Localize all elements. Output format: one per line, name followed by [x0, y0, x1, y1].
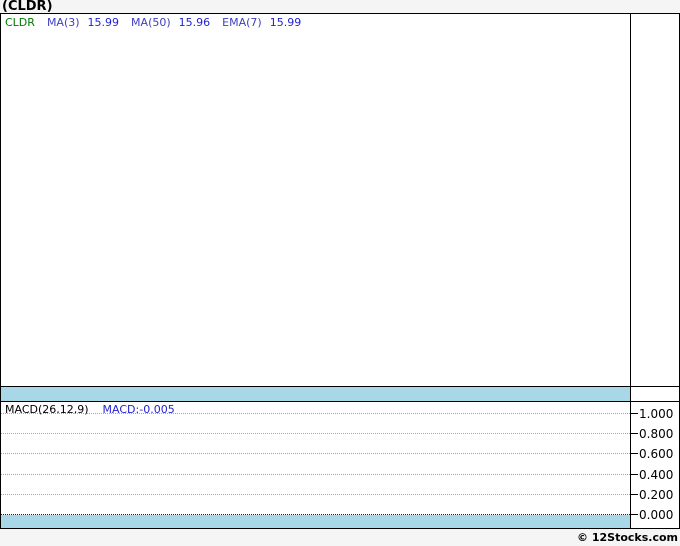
axis-label-0.800: 0.800 — [639, 427, 674, 441]
axis-tick-0.600 — [631, 453, 638, 454]
axis-tick-0.000 — [631, 514, 638, 515]
axis-label-1.000: 1.000 — [639, 407, 674, 421]
axis-label-0.600: 0.600 — [639, 447, 674, 461]
page-title: (CLDR) — [2, 0, 53, 14]
indicator-ema7-value: 15.99 — [269, 16, 302, 29]
macd-legend: MACD(26,12,9) MACD:-0.005 — [5, 403, 175, 416]
macd-legend-value: MACD:-0.005 — [102, 403, 175, 416]
indicator-ma50-value: 15.96 — [178, 16, 211, 29]
axis-label-0.000: 0.000 — [639, 508, 674, 522]
macd-plot-area — [1, 402, 630, 528]
macd-gridline-0.800 — [1, 433, 630, 434]
macd-gridline-1.000 — [1, 413, 630, 414]
indicator-ma50-label: MA(50) — [131, 16, 171, 29]
axis-tick-0.800 — [631, 433, 638, 434]
price-plot-area — [1, 14, 630, 386]
indicator-ma3-value: 15.99 — [87, 16, 120, 29]
axis-tick-0.200 — [631, 494, 638, 495]
indicator-ma3: MA(3) 15.99 — [47, 16, 119, 29]
indicator-ema7: EMA(7) 15.99 — [222, 16, 301, 29]
price-legend: CLDR MA(3) 15.99 MA(50) 15.96 EMA(7) 15.… — [5, 16, 301, 29]
macd-gridline-0.400 — [1, 474, 630, 475]
indicator-ma3-label: MA(3) — [46, 16, 80, 29]
indicator-ema7-label: EMA(7) — [222, 16, 262, 29]
axis-tick-0.400 — [631, 474, 638, 475]
ticker-symbol-label: CLDR — [5, 16, 35, 29]
stock-chart-page: (CLDR) CLDR MA(3) 15.99 MA(50) 15.96 EMA… — [0, 0, 680, 546]
macd-legend-label: MACD(26,12,9) — [5, 403, 89, 416]
axis-divider-line — [630, 13, 631, 529]
macd-bottom-band — [1, 515, 630, 528]
macd-gridline-0.200 — [1, 494, 630, 495]
indicator-ma50: MA(50) 15.96 — [131, 16, 210, 29]
macd-gridline-0.600 — [1, 453, 630, 454]
axis-label-0.200: 0.200 — [639, 488, 674, 502]
separator-band — [1, 387, 630, 401]
site-credit: © 12Stocks.com — [577, 531, 678, 544]
axis-label-0.400: 0.400 — [639, 468, 674, 482]
axis-tick-1.000 — [631, 413, 638, 414]
